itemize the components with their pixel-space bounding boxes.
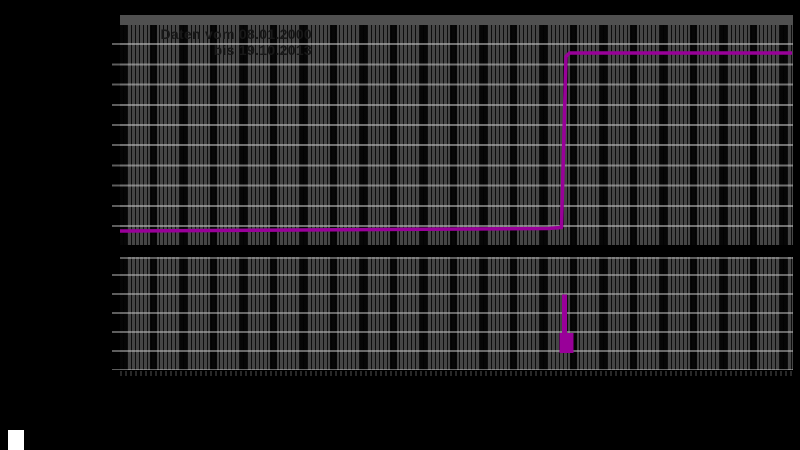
plot-area-bottom	[120, 257, 793, 370]
plot-area-top	[120, 25, 793, 245]
x-axis-ticks	[120, 371, 793, 376]
chart-canvas: Daten vom 08.01.2000 bis 19.10.2013	[0, 0, 800, 450]
white-square-marker	[8, 430, 24, 450]
chart-title: Daten vom 08.01.2000 bis 19.10.2013	[120, 26, 312, 58]
chart-title-line1: Daten vom 08.01.2000	[160, 26, 312, 42]
y-axis-ticks-top	[112, 25, 120, 245]
y-axis-ticks-bottom	[112, 257, 120, 370]
horizontal-gridlines-top	[120, 25, 793, 245]
plot-top-solid-band	[120, 15, 793, 25]
horizontal-gridlines-bottom	[120, 257, 793, 370]
chart-title-line2: bis 19.10.2013	[213, 42, 312, 58]
